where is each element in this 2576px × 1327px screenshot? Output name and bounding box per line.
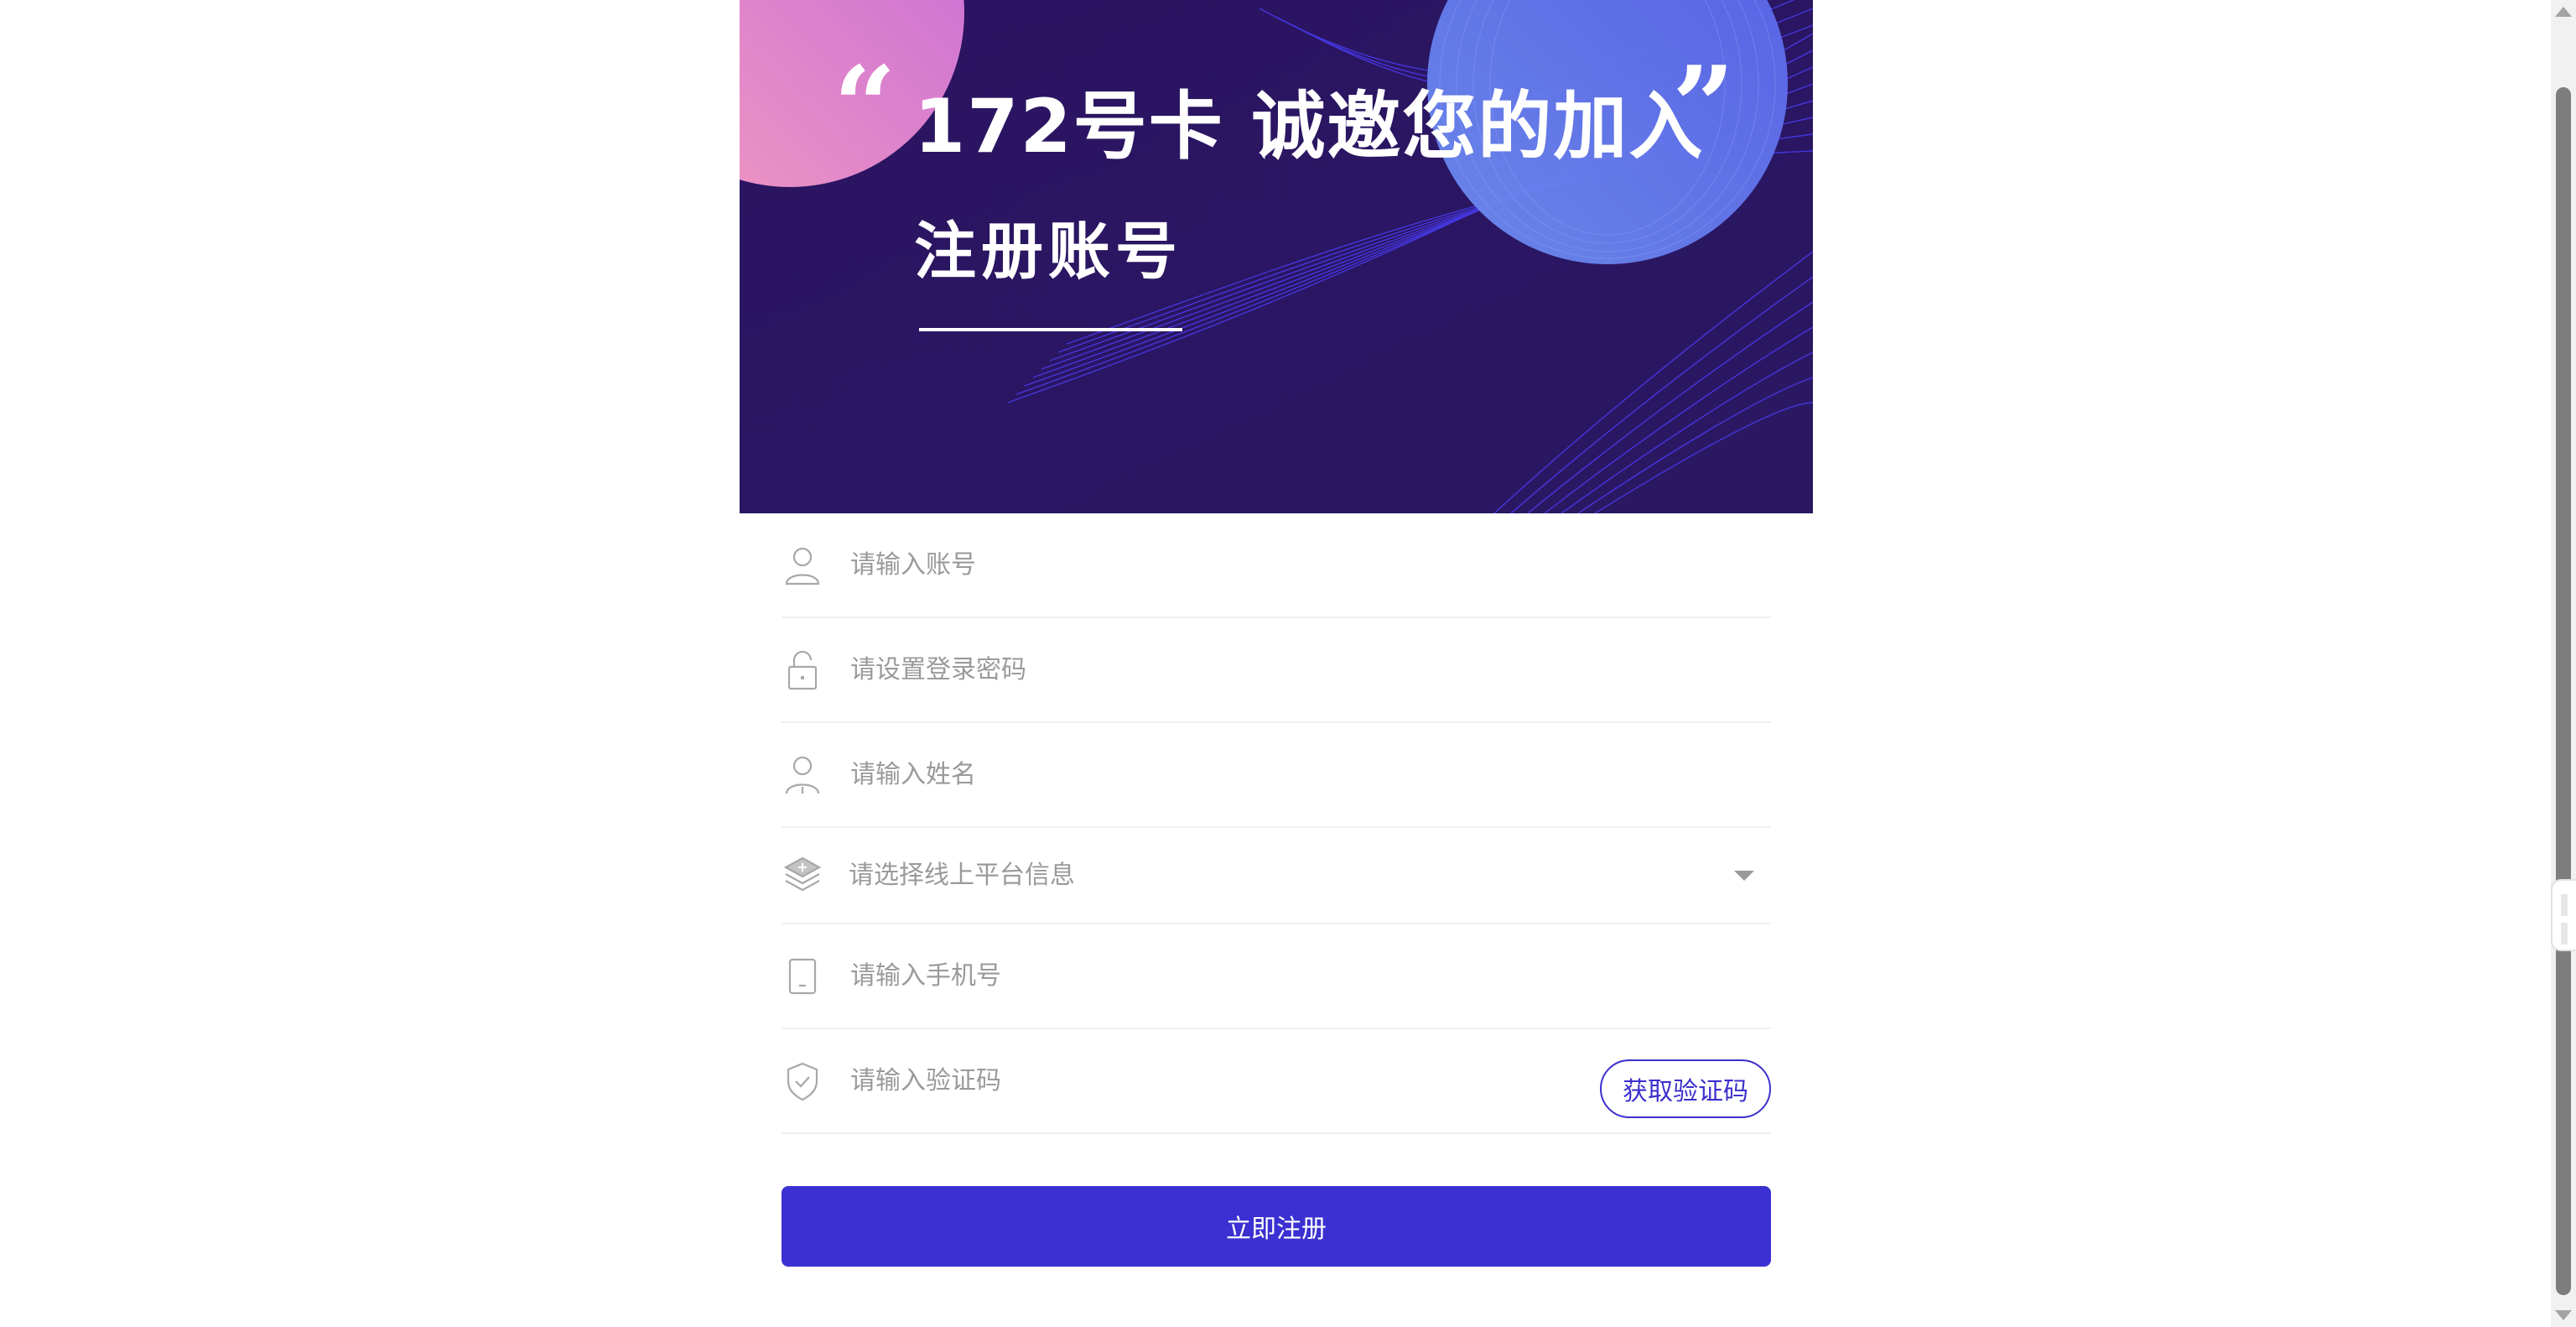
verify-code-row: 获取验证码 (782, 1029, 1771, 1134)
close-quote: ” (1672, 42, 1735, 170)
person-icon (782, 754, 823, 796)
phone-icon (782, 955, 823, 997)
handle-grip-icon (2561, 923, 2568, 945)
register-form: 请选择线上平台信息 (782, 513, 1771, 1134)
scroll-down-icon[interactable] (2555, 1310, 2572, 1320)
get-code-button[interactable]: 获取验证码 (1600, 1059, 1771, 1118)
vertical-scrollbar[interactable] (2551, 0, 2576, 1327)
handle-grip-icon (2561, 894, 2568, 916)
banner-subtitle: 注册账号 (914, 216, 1182, 288)
scroll-thumb[interactable] (2556, 87, 2571, 1295)
banner-background (740, 0, 1813, 513)
shield-check-icon (782, 1060, 823, 1102)
scroll-up-icon[interactable] (2555, 7, 2572, 17)
chevron-down-icon[interactable] (1734, 870, 1754, 881)
account-input[interactable] (849, 539, 1771, 591)
platform-select-row[interactable]: 请选择线上平台信息 (782, 828, 1771, 924)
phone-input[interactable] (849, 950, 1771, 1002)
banner-title: 172号卡 诚邀您的加入 (914, 83, 1705, 169)
side-drag-handle[interactable] (2551, 879, 2576, 951)
password-row (782, 618, 1771, 723)
page: “ 172号卡 诚邀您的加入 ” 注册账号 请输入账号 请输入姓名 请选择线上平… (0, 0, 2576, 1327)
platform-select[interactable]: 请选择线上平台信息 (849, 851, 1771, 901)
name-input[interactable] (849, 748, 1771, 801)
banner: “ 172号卡 诚邀您的加入 ” 注册账号 (740, 0, 1813, 513)
register-container: “ 172号卡 诚邀您的加入 ” 注册账号 请输入账号 请输入姓名 请选择线上平… (740, 0, 1813, 1327)
banner-underline (919, 328, 1182, 331)
open-quote: “ (834, 42, 896, 170)
layers-icon (782, 855, 823, 897)
unlock-icon (782, 649, 823, 691)
register-submit-button[interactable]: 立即注册 (782, 1186, 1771, 1267)
phone-row (782, 924, 1771, 1029)
name-row (782, 723, 1771, 828)
password-input[interactable] (849, 643, 1771, 696)
account-row (782, 513, 1771, 618)
user-icon (782, 544, 823, 586)
